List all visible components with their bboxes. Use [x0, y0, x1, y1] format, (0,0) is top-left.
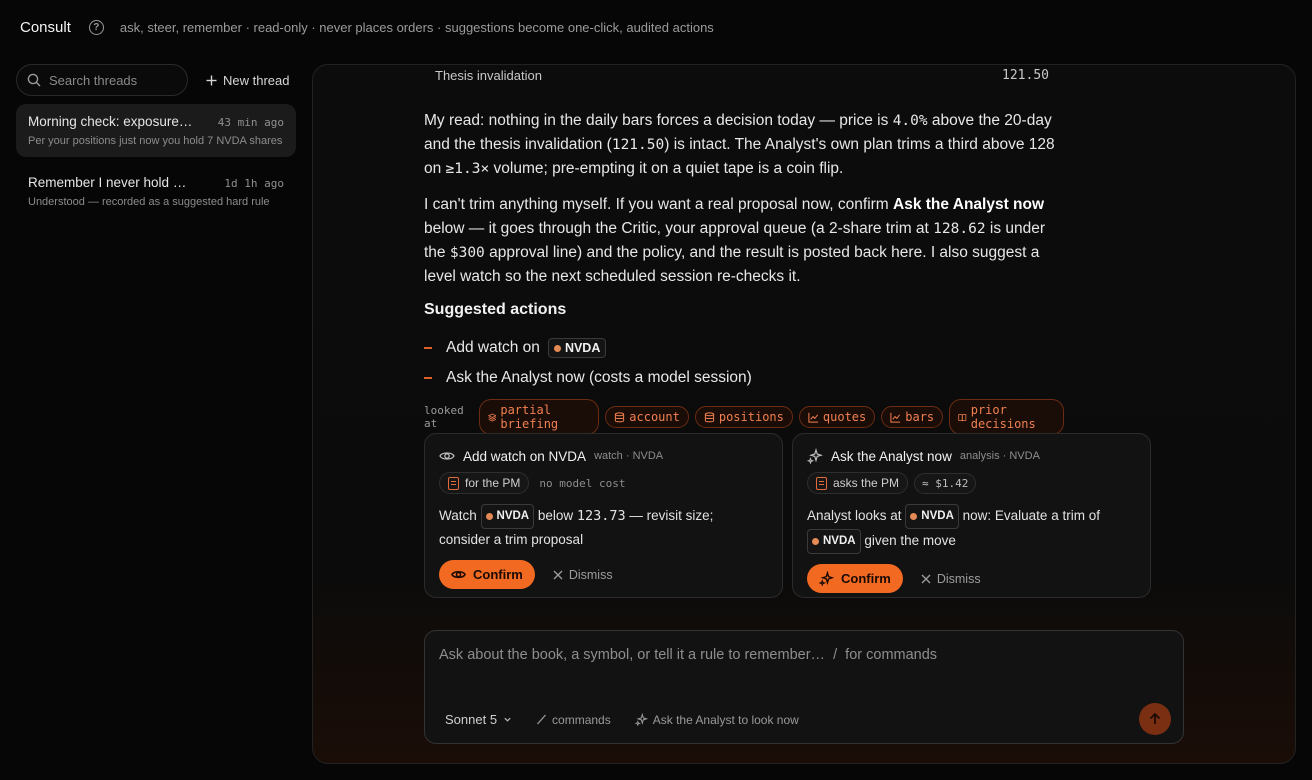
looked-at-row: looked at partial briefing account posit… [424, 399, 1064, 435]
conversation-panel: Thesis invalidation 121.50 My read: noth… [312, 64, 1296, 764]
ticker-tag[interactable]: NVDA [547, 338, 607, 358]
slash-icon [537, 714, 547, 725]
card-title: Add watch on NVDA [463, 448, 587, 464]
book-icon [958, 413, 967, 421]
ticker-tag[interactable]: NVDA [905, 504, 959, 529]
message-paragraph: I can't trim anything myself. If you wan… [424, 196, 1046, 285]
ticker-tag[interactable]: NVDA [480, 504, 535, 529]
search-input[interactable] [49, 72, 177, 88]
thread-title: Remember I never hold NVDA [28, 175, 194, 190]
database-icon [615, 411, 625, 422]
chevron-down-icon [504, 717, 511, 722]
invalidation-value: 121.50 [1002, 68, 1049, 83]
dismiss-button[interactable]: Dismiss [553, 568, 613, 582]
audience-badge: for the PM [439, 472, 530, 494]
card-meta: watch · NVDA [594, 450, 664, 462]
action-card-analysis: Ask the Analyst now analysis · NVDA asks… [792, 433, 1151, 598]
source-chip-positions[interactable]: positions [694, 406, 793, 428]
cost-badge: ≈ $1.42 [914, 472, 977, 494]
action-cards: Add watch on NVDA watch · NVDA for the P… [424, 433, 1151, 598]
action-card-watch: Add watch on NVDA watch · NVDA for the P… [424, 433, 783, 598]
thread-time: 1d 1h ago [224, 177, 284, 190]
suggested-actions-heading: Suggested actions [424, 301, 567, 318]
plus-icon [206, 75, 217, 85]
tagline: ask, steer, remember · read-only · never… [119, 19, 714, 35]
search-box[interactable] [16, 64, 188, 96]
thread-item[interactable]: Remember I never hold NVDA 1d 1h ago Und… [16, 165, 296, 218]
source-chip-briefing[interactable]: partial briefing [478, 399, 600, 435]
thread-time: 43 min ago [217, 116, 284, 129]
source-chip-bars[interactable]: bars [881, 406, 944, 428]
confirm-button[interactable]: Confirm [439, 560, 535, 589]
app-title: Consult [20, 18, 71, 36]
commands-button[interactable]: commands [536, 713, 611, 727]
looked-at-label: looked at [424, 404, 464, 430]
line-chart-icon [808, 412, 818, 423]
audience-badge: asks the PM [807, 472, 909, 494]
sidebar: New thread Morning check: exposure, NVDA… [16, 64, 296, 218]
source-chip-account[interactable]: account [605, 406, 689, 428]
dash-marker [424, 347, 432, 349]
message-input[interactable] [439, 647, 1139, 671]
suggested-action-item: Add watch on NVDA [424, 333, 1064, 363]
invalidation-row: Thesis invalidation 121.50 [435, 68, 1049, 83]
database-icon [704, 411, 714, 422]
dash-marker [424, 377, 432, 379]
thread-snippet: Understood — recorded as a suggested har… [28, 196, 270, 208]
send-button[interactable] [1139, 703, 1171, 735]
arrow-up-icon [1149, 712, 1161, 724]
help-icon[interactable]: ? [88, 19, 104, 35]
suggested-action-item: Ask the Analyst now (costs a model sessi… [424, 363, 1064, 393]
thread-snippet: Per your positions just now you hold 7 N… [28, 135, 283, 147]
confirm-button[interactable]: Confirm [807, 564, 903, 593]
eye-icon [439, 452, 455, 460]
close-icon [553, 570, 563, 579]
sparkles-icon [807, 448, 823, 464]
message-content: My read: nothing in the daily bars force… [424, 109, 1064, 435]
model-selector[interactable]: Sonnet 5 [445, 712, 512, 727]
sidebar-top: New thread [16, 64, 296, 96]
ticker-dot [553, 344, 561, 352]
new-thread-button[interactable]: New thread [198, 64, 293, 96]
card-body: Analyst looks at NVDA now: Evaluate a tr… [807, 504, 1136, 554]
document-icon [816, 476, 827, 490]
invalidation-label: Thesis invalidation [435, 68, 542, 83]
message-composer: Sonnet 5 commands Ask the Analyst to loo… [424, 630, 1184, 744]
eye-icon [451, 570, 466, 579]
source-chip-quotes[interactable]: quotes [798, 406, 876, 428]
layers-icon [487, 412, 497, 422]
thread-item[interactable]: Morning check: exposure, NVDA 43 min ago… [16, 104, 296, 157]
top-bar: Consult ? ask, steer, remember · read-on… [20, 14, 714, 40]
source-chip-prior-decisions[interactable]: prior decisions [949, 399, 1064, 435]
search-icon [27, 73, 41, 87]
sparkles-icon [634, 713, 648, 726]
message-paragraph: My read: nothing in the daily bars force… [424, 112, 1055, 177]
card-title: Ask the Analyst now [831, 448, 952, 464]
ticker-tag[interactable]: NVDA [807, 529, 861, 554]
ask-analyst-button[interactable]: Ask the Analyst to look now [634, 713, 799, 727]
cost-label: no model cost [539, 476, 626, 490]
action-text: Add watch on [446, 339, 540, 356]
thread-title: Morning check: exposure, NVDA [28, 114, 194, 129]
card-meta: analysis · NVDA [959, 450, 1040, 462]
dismiss-button[interactable]: Dismiss [921, 572, 981, 586]
document-icon [448, 476, 459, 490]
line-chart-icon [890, 412, 901, 423]
close-icon [921, 574, 931, 583]
new-thread-label: New thread [223, 72, 290, 88]
card-body: Watch NVDA below 123.73 — revisit size; … [439, 504, 768, 550]
sparkles-icon [819, 571, 834, 586]
action-text: Ask the Analyst now (costs a model sessi… [446, 369, 752, 386]
